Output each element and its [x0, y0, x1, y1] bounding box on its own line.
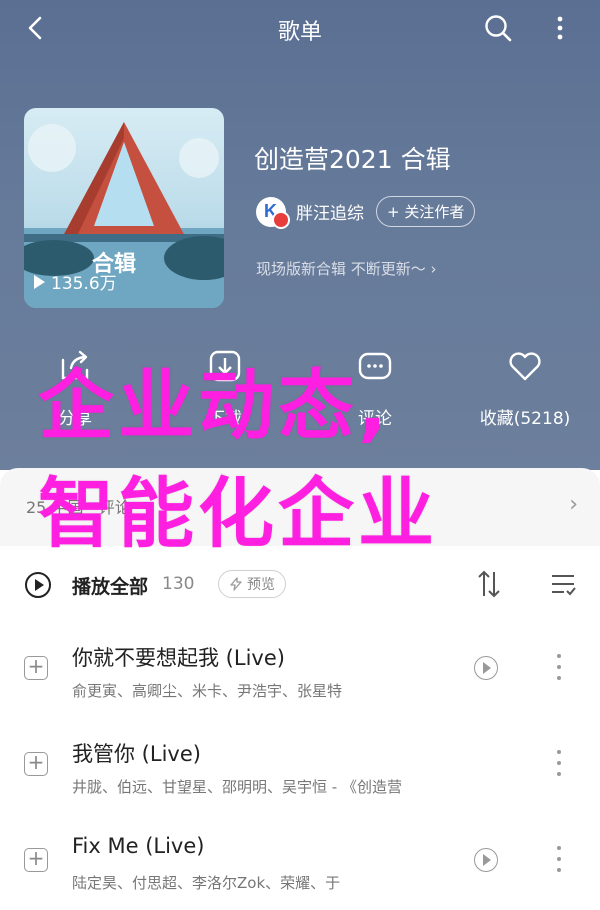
play-count-value: 135.6万 [51, 274, 117, 294]
play-count: 135.6万 [34, 269, 117, 294]
play-triangle-icon [34, 274, 45, 289]
album-cover[interactable]: 合辑 135.6万 [24, 108, 224, 308]
artist-name[interactable]: 胖汪追综 [296, 199, 364, 224]
verified-badge-icon [272, 210, 290, 229]
song-row[interactable]: 你就不要想起我 (Live) 俞更寅、高卿尘、米卡、尹浩宇、张星特 [0, 622, 600, 718]
overlay-watermark: 企业动态, 智能化企业 [38, 352, 598, 568]
add-to-playlist-icon[interactable] [24, 846, 48, 872]
add-to-playlist-icon[interactable] [24, 654, 48, 680]
song-row[interactable]: Fix Me (Live) 陆定昊、付思超、李洛尔Zok、荣耀、于 [0, 814, 600, 910]
song-count: 130 [162, 574, 195, 594]
lightning-icon [230, 577, 242, 591]
more-vertical-icon[interactable] [550, 12, 570, 44]
song-title: 我管你 (Live) [72, 742, 201, 766]
song-title: 你就不要想起我 (Live) [72, 646, 285, 670]
song-row[interactable]: 我管你 (Live) 井胧、伯远、甘望星、邵明明、吴宇恒 - 《创造营 [0, 718, 600, 814]
avatar[interactable]: K [256, 196, 290, 229]
add-to-playlist-icon[interactable] [24, 750, 48, 776]
more-vertical-icon[interactable] [556, 748, 562, 778]
mv-play-icon[interactable] [474, 848, 498, 872]
more-vertical-icon[interactable] [556, 652, 562, 682]
song-artists: 井胧、伯远、甘望星、邵明明、吴宇恒 - 《创造营 [72, 778, 402, 796]
play-all-button[interactable]: 播放全部 [72, 572, 148, 599]
song-title: Fix Me (Live) [72, 834, 205, 858]
search-icon[interactable] [482, 12, 514, 44]
album-title: 创造营2021 合辑 [254, 145, 451, 174]
song-artists: 陆定昊、付思超、李洛尔Zok、荣耀、于 [72, 874, 341, 892]
nav-bar: 歌单 [0, 0, 600, 56]
song-list-header: 播放全部 130 预览 [0, 548, 600, 623]
song-artists: 俞更寅、高卿尘、米卡、尹浩宇、张星特 [72, 682, 343, 700]
album-description[interactable]: 现场版新合辑 不断更新～ › [256, 258, 437, 279]
sort-icon[interactable] [476, 568, 502, 600]
preview-label: 预览 [247, 577, 275, 593]
overlay-line-1: 企业动态, [38, 361, 391, 450]
more-vertical-icon[interactable] [556, 844, 562, 874]
artist-row: K 胖汪追综 + 关注作者 [256, 196, 476, 229]
preview-button[interactable]: 预览 [218, 570, 286, 598]
play-all-icon[interactable] [24, 571, 52, 599]
multi-select-icon[interactable] [548, 570, 578, 598]
follow-button[interactable]: + 关注作者 [376, 196, 476, 227]
mv-play-icon[interactable] [474, 656, 498, 680]
